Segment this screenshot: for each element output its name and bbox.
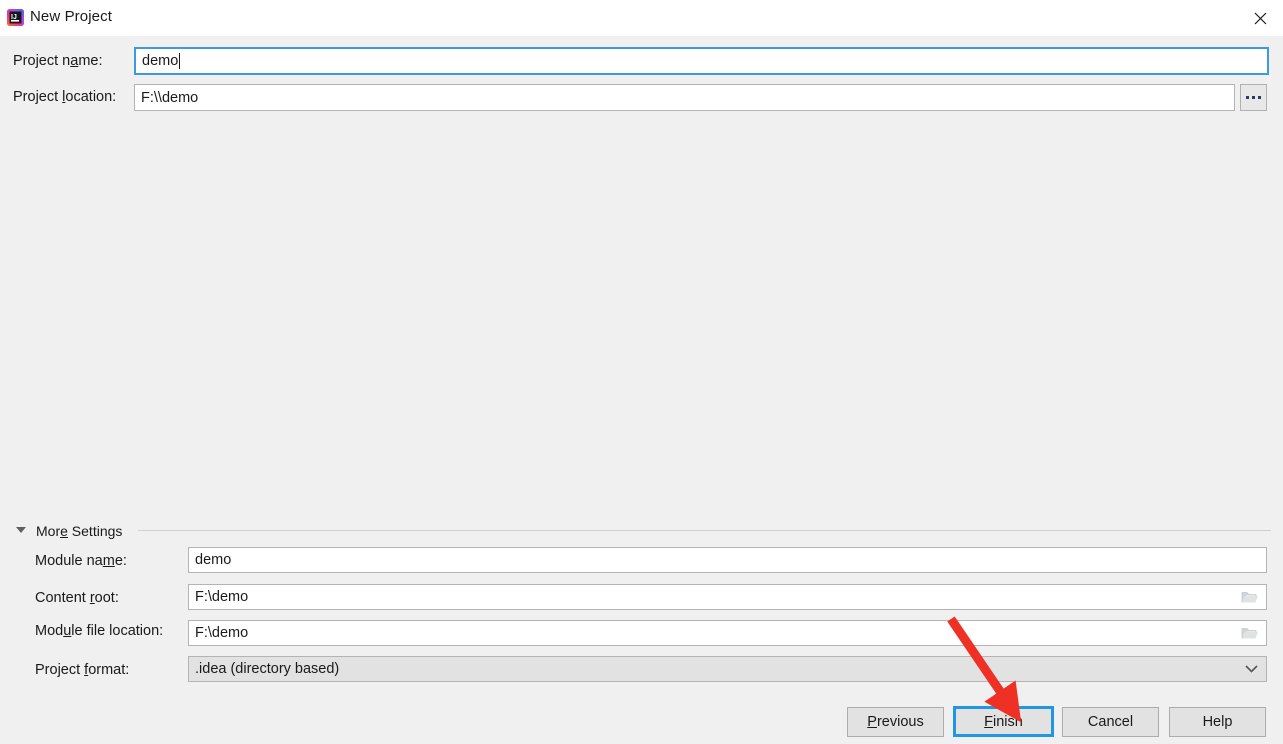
more-settings-toggle[interactable] <box>16 527 26 533</box>
more-settings-label[interactable]: More Settings <box>36 523 122 539</box>
svg-text:IJ: IJ <box>11 14 17 21</box>
project-name-value: demo <box>142 53 179 69</box>
module-name-value: demo <box>195 552 232 568</box>
chevron-down-icon[interactable] <box>1245 661 1258 677</box>
close-icon[interactable] <box>1237 0 1283 36</box>
project-location-input[interactable]: F:\\demo <box>134 84 1235 111</box>
folder-icon[interactable] <box>1241 626 1259 641</box>
previous-button[interactable]: Previous <box>847 707 944 737</box>
text-caret <box>179 53 181 69</box>
help-button[interactable]: Help <box>1169 707 1266 737</box>
ellipsis-icon <box>1252 96 1255 99</box>
intellij-idea-icon: IJ <box>7 9 24 26</box>
content-root-label: Content root: <box>35 590 119 606</box>
content-root-value: F:\demo <box>195 589 249 605</box>
project-location-label: Project location: <box>13 89 117 105</box>
module-file-location-label: Module file location: <box>35 623 164 639</box>
window-titlebar: IJ New Project <box>0 0 1283 36</box>
project-location-value: F:\\demo <box>141 89 199 106</box>
window-title: New Project <box>30 8 112 25</box>
project-location-browse-button[interactable] <box>1240 84 1267 111</box>
finish-button[interactable]: Finish <box>953 706 1054 737</box>
project-format-label: Project format: <box>35 662 130 678</box>
project-name-label: Project name: <box>13 53 103 69</box>
project-name-input[interactable]: demo <box>134 47 1269 75</box>
module-name-input[interactable]: demo <box>188 547 1267 573</box>
module-file-location-value: F:\demo <box>195 625 249 641</box>
more-settings-separator <box>138 530 1271 531</box>
project-format-value: .idea (directory based) <box>195 661 340 677</box>
project-format-select[interactable]: .idea (directory based) <box>188 656 1267 682</box>
folder-icon[interactable] <box>1241 590 1259 605</box>
module-file-location-input[interactable]: F:\demo <box>188 620 1267 646</box>
ellipsis-icon <box>1246 96 1249 99</box>
cancel-button[interactable]: Cancel <box>1062 707 1159 737</box>
ellipsis-icon <box>1258 96 1261 99</box>
module-name-label: Module name: <box>35 553 127 569</box>
content-root-input[interactable]: F:\demo <box>188 584 1267 610</box>
